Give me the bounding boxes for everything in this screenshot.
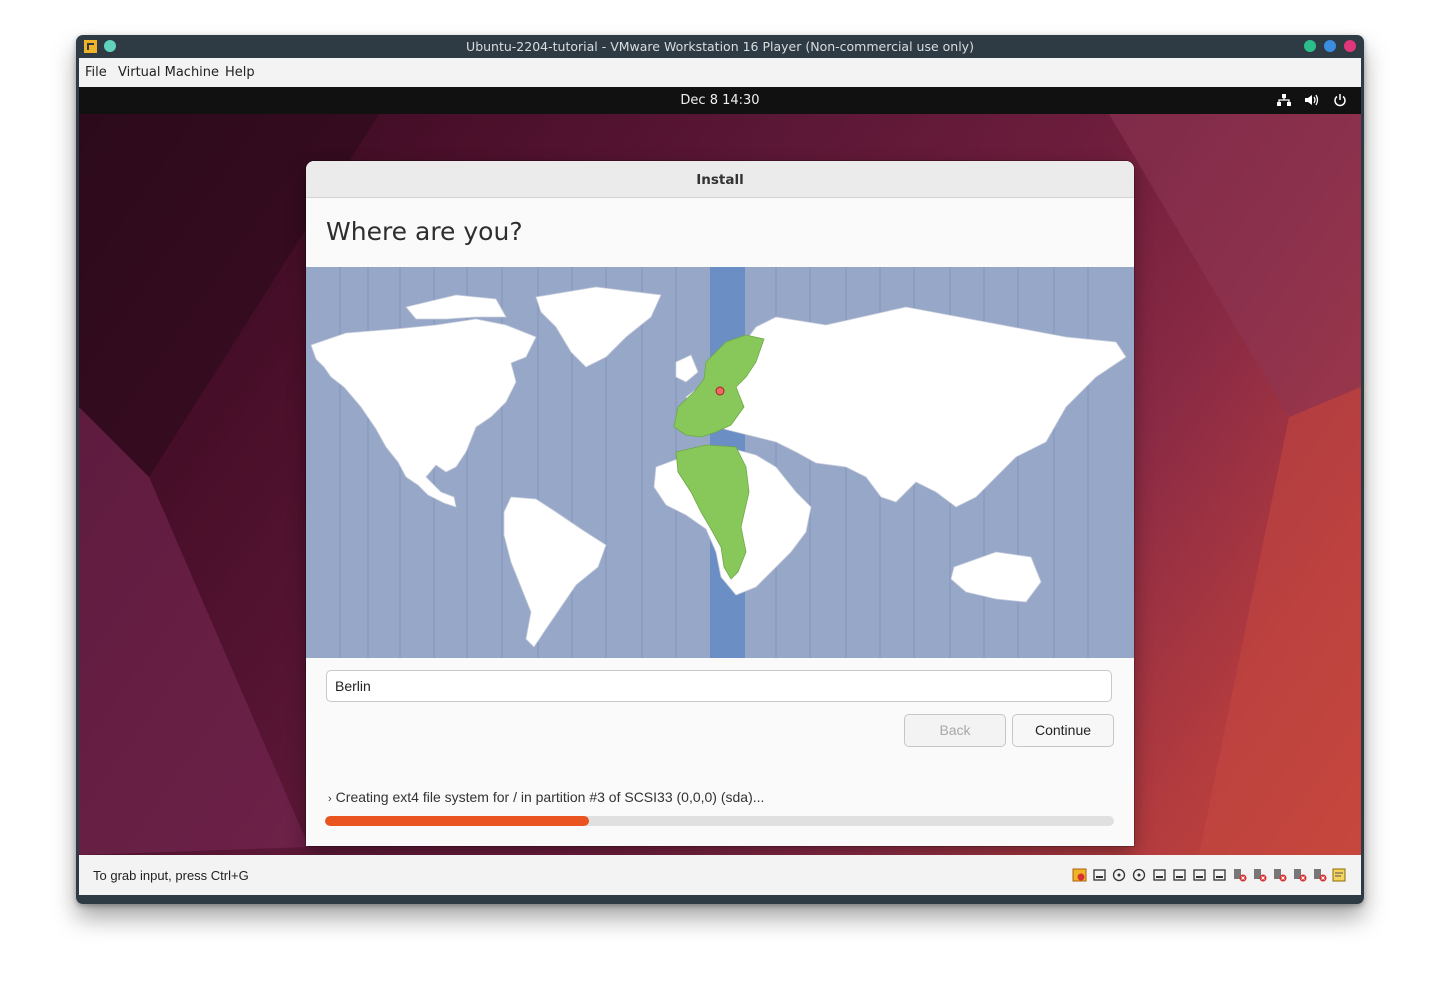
- menu-virtual-machine[interactable]: Virtual Machine: [118, 65, 219, 80]
- gnome-top-bar: Dec 8 14:30: [79, 87, 1361, 114]
- installer-dialog: Install Where are you? Berlin Back Conti…: [306, 161, 1134, 846]
- progress-bar: [325, 816, 1114, 826]
- volume-icon: [1304, 94, 1319, 106]
- minimize-button[interactable]: [1304, 40, 1316, 52]
- installer-header: Install: [306, 161, 1134, 198]
- progress-bar-fill: [325, 816, 590, 826]
- window-titlebar: Ubuntu-2204-tutorial - VMware Workstatio…: [76, 35, 1364, 58]
- power-icon: [1334, 94, 1346, 107]
- floppy-icon[interactable]: [1152, 867, 1167, 881]
- system-status-area[interactable]: [1269, 92, 1347, 111]
- vmware-window: Ubuntu-2204-tutorial - VMware Workstatio…: [76, 35, 1364, 904]
- close-button[interactable]: [1344, 40, 1356, 52]
- menu-help[interactable]: Help: [225, 65, 255, 80]
- clock[interactable]: Dec 8 14:30: [79, 93, 1361, 108]
- back-button[interactable]: Back: [904, 714, 1006, 747]
- cd-icon[interactable]: [1132, 867, 1147, 882]
- page-title: Where are you?: [326, 217, 523, 246]
- selected-city-marker: [715, 386, 725, 396]
- install-progress-details[interactable]: › Creating ext4 file system for / in part…: [328, 789, 764, 805]
- progress-status-text: Creating ext4 file system for / in parti…: [335, 789, 765, 805]
- display-icon[interactable]: [1212, 867, 1227, 881]
- guest-screen[interactable]: Dec 8 14:30 Install Where are you? Berli…: [79, 87, 1361, 855]
- usb-disconnected-icon[interactable]: [1232, 867, 1247, 882]
- maximize-button[interactable]: [1324, 40, 1336, 52]
- vmware-status-bar: To grab input, press Ctrl+G: [79, 855, 1361, 895]
- cd-icon[interactable]: [1112, 867, 1127, 882]
- device-icons: [1067, 867, 1347, 883]
- window-title: Ubuntu-2204-tutorial - VMware Workstatio…: [466, 39, 974, 54]
- vm-settings-icon[interactable]: [1072, 867, 1087, 882]
- expand-chevron-icon[interactable]: ›: [328, 793, 332, 805]
- grab-input-hint: To grab input, press Ctrl+G: [93, 868, 249, 883]
- network-icon: [1276, 94, 1291, 106]
- timezone-map[interactable]: [306, 267, 1134, 658]
- continue-button[interactable]: Continue: [1012, 714, 1114, 747]
- message-icon[interactable]: [1332, 867, 1347, 882]
- installer-title: Install: [696, 172, 744, 188]
- menu-file[interactable]: File: [85, 65, 107, 80]
- hard-disk-icon[interactable]: [1092, 867, 1107, 881]
- usb-disconnected-icon[interactable]: [1312, 867, 1327, 882]
- network-adapter-icon[interactable]: [1172, 867, 1187, 881]
- menu-bar: File Virtual Machine Help: [79, 58, 1361, 87]
- usb-disconnected-icon[interactable]: [1272, 867, 1287, 882]
- printer-icon[interactable]: [1192, 867, 1207, 881]
- usb-disconnected-icon[interactable]: [1292, 867, 1307, 882]
- city-input[interactable]: [326, 670, 1112, 702]
- usb-disconnected-icon[interactable]: [1252, 867, 1267, 882]
